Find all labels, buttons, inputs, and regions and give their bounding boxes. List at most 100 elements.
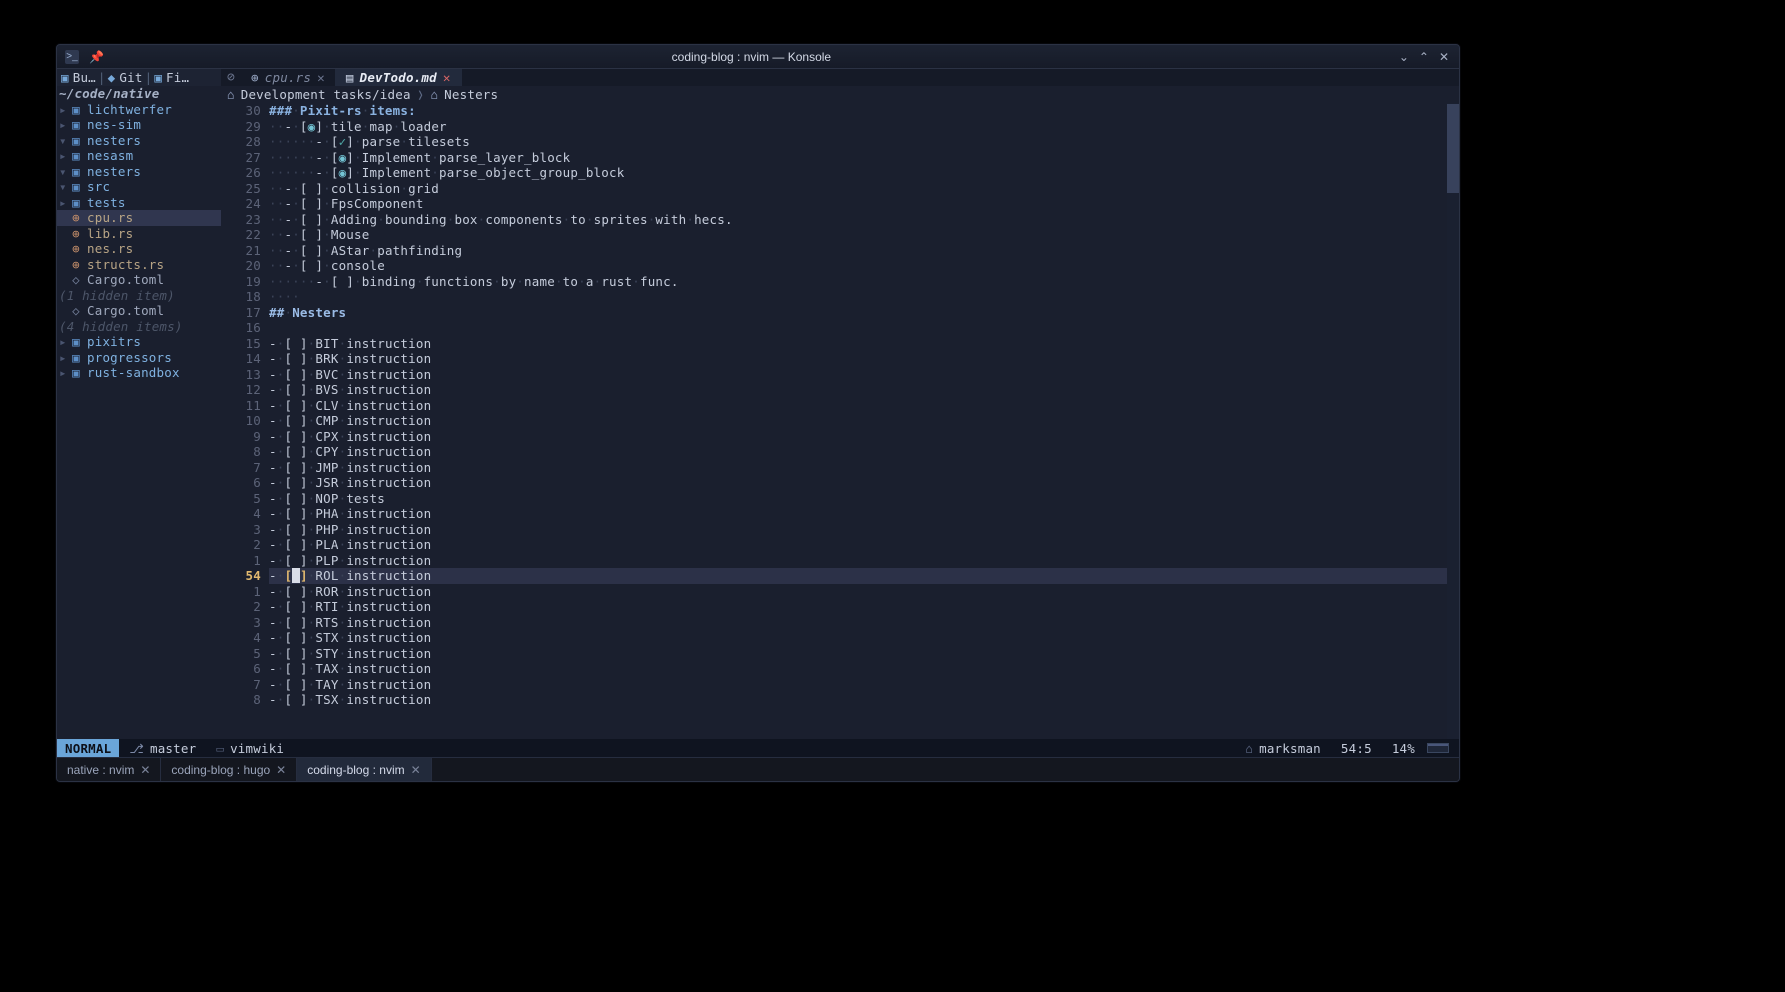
tree-item-label: tests	[87, 195, 126, 211]
code-line: -·[ ]·PHP·instruction	[269, 522, 1447, 538]
tree-item[interactable]: ▸▣nes-sim	[57, 117, 221, 133]
tree-item-label: pixitrs	[87, 334, 141, 350]
gutter-number: 16	[221, 320, 261, 336]
tab-cpu-rs[interactable]: ⊕ cpu.rs ✕	[241, 69, 336, 86]
tree-item[interactable]: ▾▣nesters	[57, 164, 221, 180]
percent-value: 14%	[1392, 741, 1415, 756]
tree-item[interactable]: ▸▣rust-sandbox	[57, 365, 221, 381]
code-line: -·[ ]·RTI·instruction	[269, 599, 1447, 615]
filetype-icon: ▭	[216, 741, 224, 756]
code-line: ······-·[✓]·parse·tilesets	[269, 134, 1447, 150]
tree-item-label: nesters	[87, 164, 141, 180]
maximize-icon[interactable]: ⌃	[1419, 50, 1429, 64]
folder-icon: ▣	[69, 195, 83, 211]
gutter-number: 54	[221, 568, 261, 584]
konsole-tab-close-icon[interactable]: ✕	[411, 763, 421, 777]
file-tree[interactable]: ~/code/native ▸▣lichtwerfer▸▣nes-sim▾▣ne…	[57, 86, 221, 739]
caret-icon: ▸	[59, 334, 69, 350]
folder-icon: ▣	[69, 365, 83, 381]
code-content[interactable]: ###·Pixit-rs·items:··-·[◉]·tile·map·load…	[269, 103, 1447, 739]
konsole-tab[interactable]: coding-blog : hugo✕	[161, 758, 297, 781]
tree-item[interactable]: ◇Cargo.toml	[57, 303, 221, 319]
lsp-name: marksman	[1259, 741, 1321, 756]
code-line: -·[ ]·CMP·instruction	[269, 413, 1447, 429]
konsole-window: >_ 📌 coding-blog : nvim — Konsole ⌄ ⌃ ✕ …	[56, 44, 1460, 782]
tree-item[interactable]: ▸▣lichtwerfer	[57, 102, 221, 118]
code-line: ··-·[ ]·Mouse	[269, 227, 1447, 243]
tree-item-label: Cargo.toml	[87, 272, 164, 288]
tree-item[interactable]: ▸▣nesasm	[57, 148, 221, 164]
tree-item[interactable]: ⊕cpu.rs	[57, 210, 221, 226]
code-line: -·[ ]·TAX·instruction	[269, 661, 1447, 677]
editor: ⌂ Development tasks/idea ❭ ⌂ Nesters 302…	[221, 86, 1459, 739]
code-line: ··-·[ ]·console	[269, 258, 1447, 274]
tree-crumbs[interactable]: ▣ Bu… | ◆ Git | ▣ Fi…	[57, 69, 221, 86]
code-line: ······-·[◉]·Implement·parse_layer_block	[269, 150, 1447, 166]
close-icon[interactable]: ✕	[1439, 50, 1449, 64]
tree-item[interactable]: ▸▣tests	[57, 195, 221, 211]
caret-icon: ▸	[59, 102, 69, 118]
tree-item-label: nesasm	[87, 148, 133, 164]
tab-devtodo-md[interactable]: ▤ DevTodo.md ✕	[336, 69, 462, 86]
code-line: ······-·[◉]·Implement·parse_object_group…	[269, 165, 1447, 181]
tree-item[interactable]: ▸▣progressors	[57, 350, 221, 366]
gutter-number: 20	[221, 258, 261, 274]
tree-item[interactable]: ⊕lib.rs	[57, 226, 221, 242]
pin-icon[interactable]: 📌	[89, 50, 104, 64]
tab-close-modified-icon[interactable]: ✕	[443, 70, 451, 85]
tab-tray-close-icon[interactable]: ⊘	[227, 70, 235, 85]
gutter-number: 27	[221, 150, 261, 166]
winbar-segment: Nesters	[444, 87, 498, 102]
tree-item-label: nes-sim	[87, 117, 141, 133]
folder-icon: ▣	[69, 148, 83, 164]
tree-item[interactable]: ⊕nes.rs	[57, 241, 221, 257]
winbar[interactable]: ⌂ Development tasks/idea ❭ ⌂ Nesters	[221, 86, 1459, 103]
rust-icon: ⊕	[251, 70, 259, 85]
code-line: -·[ ]·ROL·instruction	[269, 568, 1447, 584]
caret-icon: ▸	[59, 365, 69, 381]
minimize-icon[interactable]: ⌄	[1399, 50, 1409, 64]
code-line: ··-·[ ]·Adding·bounding·box·components·t…	[269, 212, 1447, 228]
konsole-app-icon: >_	[65, 50, 79, 64]
tree-root: ~/code/native	[57, 86, 221, 102]
editor-scrollbar[interactable]	[1447, 103, 1459, 739]
toml-icon: ◇	[69, 272, 83, 288]
konsole-tab-label: native : nvim	[67, 763, 134, 777]
konsole-tab[interactable]: native : nvim ✕	[57, 758, 161, 781]
konsole-tab-close-icon[interactable]: ✕	[276, 763, 286, 777]
code-area[interactable]: 3029282726252423222120191817161514131211…	[221, 103, 1459, 739]
tree-item-label: progressors	[87, 350, 172, 366]
tree-item[interactable]: ⊕structs.rs	[57, 257, 221, 273]
tab-close-icon[interactable]: ✕	[317, 70, 325, 85]
tree-item[interactable]: ▸▣pixitrs	[57, 334, 221, 350]
tree-item[interactable]: ▾▣nesters	[57, 133, 221, 149]
gutter-number: 3	[221, 615, 261, 631]
code-line: ··-·[ ]·AStar·pathfinding	[269, 243, 1447, 259]
file-icon: ⊕	[69, 226, 83, 242]
tree-item[interactable]: ◇Cargo.toml	[57, 272, 221, 288]
git-branch-icon: ⎇	[129, 741, 144, 756]
code-line: -·[ ]·TSX·instruction	[269, 692, 1447, 708]
tree-item[interactable]: (4 hidden items)	[57, 319, 221, 335]
scrollbar-thumb[interactable]	[1447, 104, 1459, 193]
crumb-label: Fi…	[166, 70, 189, 85]
tree-item-label: cpu.rs	[87, 210, 133, 226]
folder-icon: ▣	[69, 164, 83, 180]
code-line: -·[ ]·BVC·instruction	[269, 367, 1447, 383]
statusline-lsp: ⌂ marksman	[1235, 741, 1331, 756]
code-line: -·[ ]·BVS·instruction	[269, 382, 1447, 398]
code-line: ····	[269, 289, 1447, 305]
tab-label: DevTodo.md	[360, 70, 437, 85]
gutter-number: 14	[221, 351, 261, 367]
crumb-label: Bu…	[73, 70, 96, 85]
tree-item[interactable]: (1 hidden item)	[57, 288, 221, 304]
gutter-number: 8	[221, 444, 261, 460]
folder-icon: ▣	[154, 70, 162, 85]
tree-item[interactable]: ▾▣src	[57, 179, 221, 195]
folder-icon: ▣	[69, 179, 83, 195]
gutter-number: 4	[221, 506, 261, 522]
git-icon: ◆	[108, 70, 116, 85]
konsole-tab[interactable]: coding-blog : nvim✕	[297, 758, 431, 781]
konsole-tab-close-icon[interactable]: ✕	[140, 763, 150, 777]
tree-item-label: Cargo.toml	[87, 303, 164, 319]
